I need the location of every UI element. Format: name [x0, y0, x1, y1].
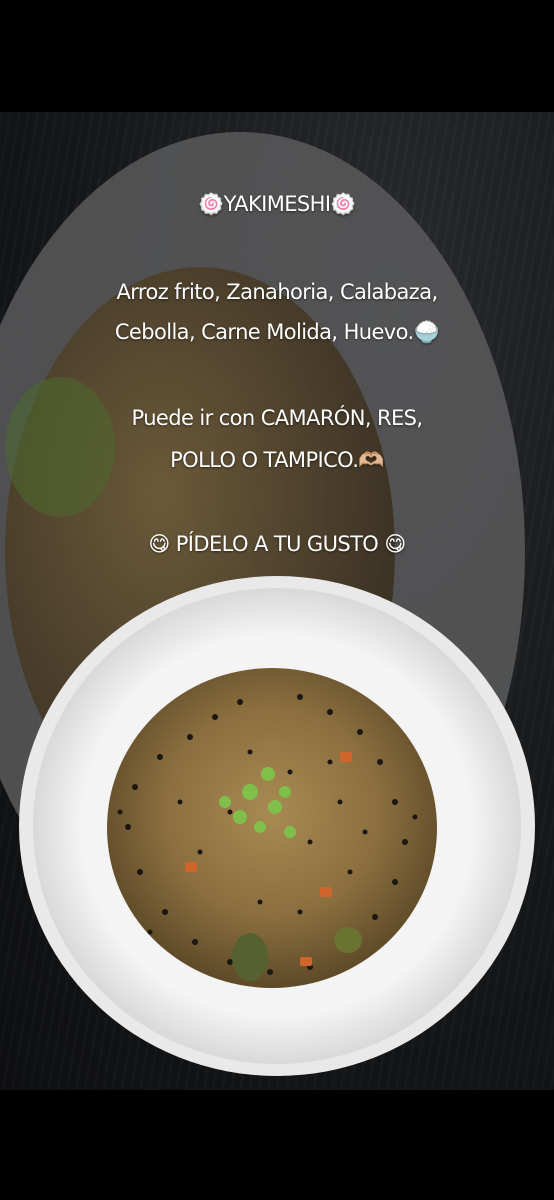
top-black-bar	[0, 0, 554, 112]
options-line-1: Puede ir con CAMARÓN, RES,	[131, 406, 424, 430]
options-line-2: POLLO O TAMPICO.🫶🏼	[170, 448, 384, 472]
bottom-black-bar	[0, 1090, 554, 1200]
ingredients-line-2: Cebolla, Carne Molida, Huevo.🍚	[114, 320, 440, 344]
ingredients-line-1: Arroz frito, Zanahoria, Calabaza,	[116, 280, 438, 304]
story-title: 🍥YAKIMESHI🍥	[198, 192, 357, 216]
fried-rice-photo	[0, 132, 535, 1076]
rice-bowl	[19, 576, 535, 1076]
call-to-action: 😋 PÍDELO A TU GUSTO 😋	[148, 532, 406, 556]
story-photo: 🍥YAKIMESHI🍥 Arroz frito, Zanahoria, Cala…	[0, 112, 554, 1090]
